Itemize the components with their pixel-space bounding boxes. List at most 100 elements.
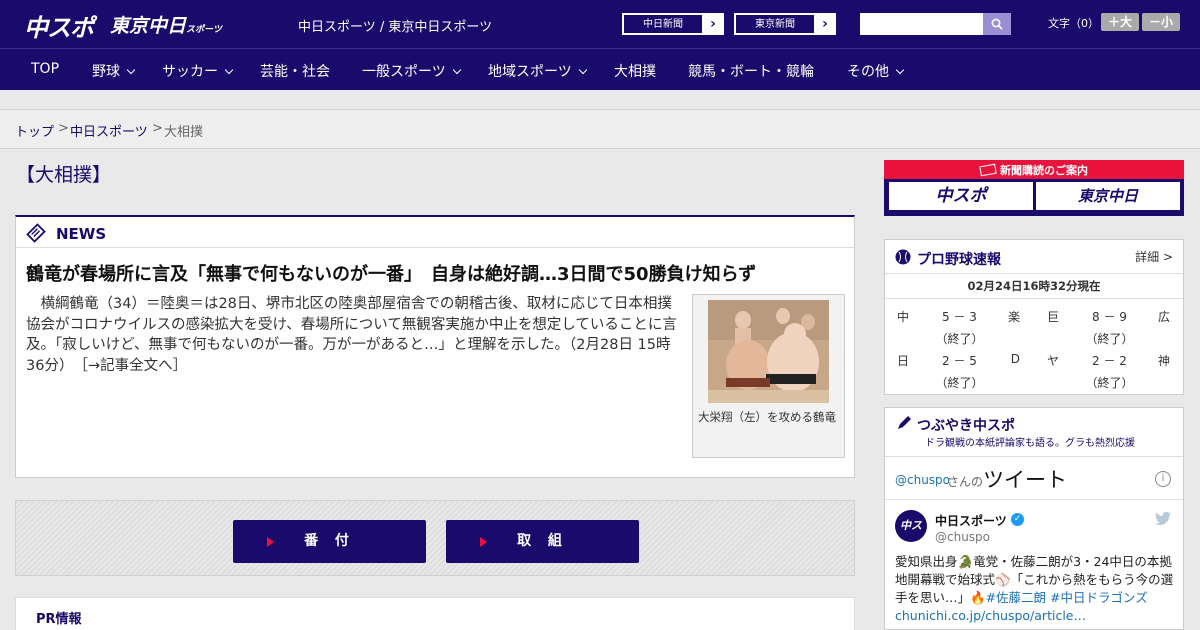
baseball-card-title: プロ野球速報 xyxy=(917,252,1001,268)
score-column-left: 中 5 － 3 楽 （終了） 日 2 － 5 D （終了） xyxy=(885,308,1034,396)
tweets-label: ツイート xyxy=(983,468,1067,492)
nav-label: その他 xyxy=(847,64,889,80)
game-status: （終了） xyxy=(1085,332,1134,346)
pr-label: PR情報 xyxy=(36,612,82,627)
search-button[interactable] xyxy=(983,13,1011,35)
nav-item-entertainment[interactable]: 芸能・社会 xyxy=(260,61,330,81)
tokyo-chunichi-logo-text: 東京中日 xyxy=(110,15,187,37)
nav-label: 地域スポーツ xyxy=(488,64,572,80)
twitter-bird-icon[interactable] xyxy=(1155,512,1171,525)
tokyo-chunichi-logo-small: スポーツ xyxy=(186,25,222,35)
sub-band xyxy=(0,90,1200,110)
nav-item-baseball[interactable]: 野球 xyxy=(92,61,136,81)
tweets-header: @chuspo さんの ツイート i xyxy=(885,456,1183,500)
game-status: （終了） xyxy=(1085,376,1134,390)
verified-badge-icon: ✓ xyxy=(1011,513,1024,526)
play-triangle-icon xyxy=(480,537,487,547)
chevron-right-icon: › xyxy=(710,16,716,32)
tweet-user-name[interactable]: 中日スポーツ xyxy=(935,512,1007,529)
tweet-user-handle[interactable]: @chuspo xyxy=(935,530,990,544)
search-input[interactable] xyxy=(860,13,983,35)
nav-item-sumo[interactable]: 大相撲 xyxy=(614,61,656,81)
breadcrumb-separator: > xyxy=(58,121,69,136)
tweet-text: 愛知県出身🐊竜党・佐藤二朗が3・24中日の本拠地開幕戦で始球式⚾「これから熱をも… xyxy=(895,553,1180,625)
tokyo-shimbun-link[interactable]: 東京新聞 › xyxy=(734,13,836,35)
baseball-scores-card: プロ野球速報 詳細 > 02月24日16時32分現在 中 5 － 3 楽 （終了… xyxy=(884,239,1184,395)
nav-item-other[interactable]: その他 xyxy=(847,61,905,81)
away-team: 楽 xyxy=(1007,310,1020,324)
torikumi-label: 取 組 xyxy=(517,533,568,549)
font-size-down-button[interactable]: －小 xyxy=(1142,13,1180,31)
breadcrumb-current: 大相撲 xyxy=(164,125,204,140)
subscribe-tokyo-chunichi-logo[interactable]: 東京中日 xyxy=(1036,182,1180,210)
away-team: 神 xyxy=(1157,354,1170,368)
photo-caption: 大栄翔（左）を攻める鶴竜 xyxy=(698,410,836,424)
news-lede: 横綱鶴竜（34）＝陸奥＝は28日、堺市北区の陸奥部屋宿舎での朝稽古後、取材に応じ… xyxy=(26,294,686,376)
avatar[interactable]: 中スポ xyxy=(895,510,927,564)
news-section: NEWS 鶴竜が春場所に言及「無事で何もないのが一番」 自身は絶好調…3日間で5… xyxy=(15,215,855,478)
chunichi-shimbun-link[interactable]: 中日新聞 › xyxy=(622,13,724,35)
baseball-icon xyxy=(895,249,911,265)
breadcrumb: トップ > 中日スポーツ > 大相撲 xyxy=(0,111,1200,149)
breadcrumb-chunichi-sports[interactable]: 中日スポーツ xyxy=(70,121,148,140)
baseball-detail-link[interactable]: 詳細 > xyxy=(1135,248,1173,265)
score-column-right: 巨 8 － 9 広 （終了） ヤ 2 － 2 神 （終了） xyxy=(1035,308,1184,396)
chevron-down-icon xyxy=(126,65,136,75)
nav-item-soccer[interactable]: サッカー xyxy=(162,61,234,81)
game-status: （終了） xyxy=(935,332,984,346)
baseball-as-of: 02月24日16時32分現在 xyxy=(885,273,1183,299)
nav-item-local-sports[interactable]: 地域スポーツ xyxy=(488,61,587,81)
nav-item-general-sports[interactable]: 一般スポーツ xyxy=(362,61,461,81)
chevron-right-icon: › xyxy=(822,16,828,32)
pen-icon xyxy=(898,416,911,429)
font-size-up-button[interactable]: ＋大 xyxy=(1101,13,1139,31)
chevron-down-icon xyxy=(452,65,461,75)
site-title[interactable]: 中日スポーツ / 東京中日スポーツ xyxy=(298,16,492,35)
nav-item-racing[interactable]: 競馬・ボート・競輪 xyxy=(688,61,814,81)
ticket-icon xyxy=(979,163,997,177)
nav-label: 野球 xyxy=(92,64,120,80)
away-team: D xyxy=(1010,352,1020,366)
twitter-handle-suffix: さんの xyxy=(947,475,984,489)
game-row[interactable]: 中 5 － 3 楽 （終了） xyxy=(885,308,1034,352)
subscribe-chuspo-logo[interactable]: 中スポ xyxy=(889,182,1033,210)
news-section-label: NEWS xyxy=(56,225,107,243)
twitter-card-subtitle: ドラ観戦の本紙評論家も語る。グラも熱烈応援 xyxy=(925,438,1135,449)
game-row[interactable]: ヤ 2 － 2 神 （終了） xyxy=(1035,352,1184,396)
news-photo-box: 大栄翔（左）を攻める鶴竜 xyxy=(692,294,845,458)
nav-label: サッカー xyxy=(162,64,218,80)
newspaper-icon xyxy=(26,223,46,243)
main-nav: TOP 野球 サッカー 芸能・社会 一般スポーツ 地域スポーツ 大相撲 競馬・ボ… xyxy=(0,48,1200,90)
nav-label: 大相撲 xyxy=(614,64,656,80)
breadcrumb-top[interactable]: トップ xyxy=(15,121,54,140)
twitter-card: つぶやき中スポ ドラ観戦の本紙評論家も語る。グラも熱烈応援 @chuspo さん… xyxy=(884,407,1184,630)
game-status: （終了） xyxy=(935,376,984,390)
subscribe-title: 新聞購読のご案内 xyxy=(884,162,1184,178)
chuspo-logo[interactable]: 中スポ xyxy=(24,8,94,43)
nav-label: 一般スポーツ xyxy=(362,64,446,80)
tweet-hashtags[interactable]: #佐藤二朗 #中日ドラゴンズ xyxy=(986,590,1148,605)
tokyo-chunichi-logo[interactable]: 東京中日スポーツ xyxy=(110,11,222,38)
tweet-link[interactable]: chunichi.co.jp/chuspo/article… xyxy=(895,608,1086,623)
chevron-down-icon xyxy=(578,65,587,75)
chevron-down-icon xyxy=(224,65,234,75)
twitter-handle-link[interactable]: @chuspo xyxy=(895,473,950,487)
banzuke-button[interactable]: 番 付 xyxy=(233,520,426,563)
sumo-photo[interactable] xyxy=(708,300,829,403)
torikumi-button[interactable]: 取 組 xyxy=(446,520,639,563)
read-more-link[interactable]: ［→記事全文へ］ xyxy=(81,358,187,374)
game-row[interactable]: 巨 8 － 9 広 （終了） xyxy=(1035,308,1184,352)
news-headline[interactable]: 鶴竜が春場所に言及「無事で何もないのが一番」 自身は絶好調…3日間で50勝負け知… xyxy=(26,260,756,286)
nav-item-top[interactable]: TOP xyxy=(31,61,59,77)
search-icon xyxy=(991,18,1003,30)
info-icon[interactable]: i xyxy=(1155,471,1171,487)
news-header: NEWS xyxy=(16,217,854,248)
chevron-down-icon xyxy=(895,65,905,75)
pr-section: PR情報 xyxy=(15,597,855,630)
game-row[interactable]: 日 2 － 5 D （終了） xyxy=(885,352,1034,396)
away-team: 広 xyxy=(1157,310,1170,324)
paper-link-label: 中日新聞 xyxy=(623,14,703,34)
paper-link-label: 東京新聞 xyxy=(735,14,815,34)
nav-label: 競馬・ボート・競輪 xyxy=(688,64,814,80)
play-triangle-icon xyxy=(267,537,274,547)
